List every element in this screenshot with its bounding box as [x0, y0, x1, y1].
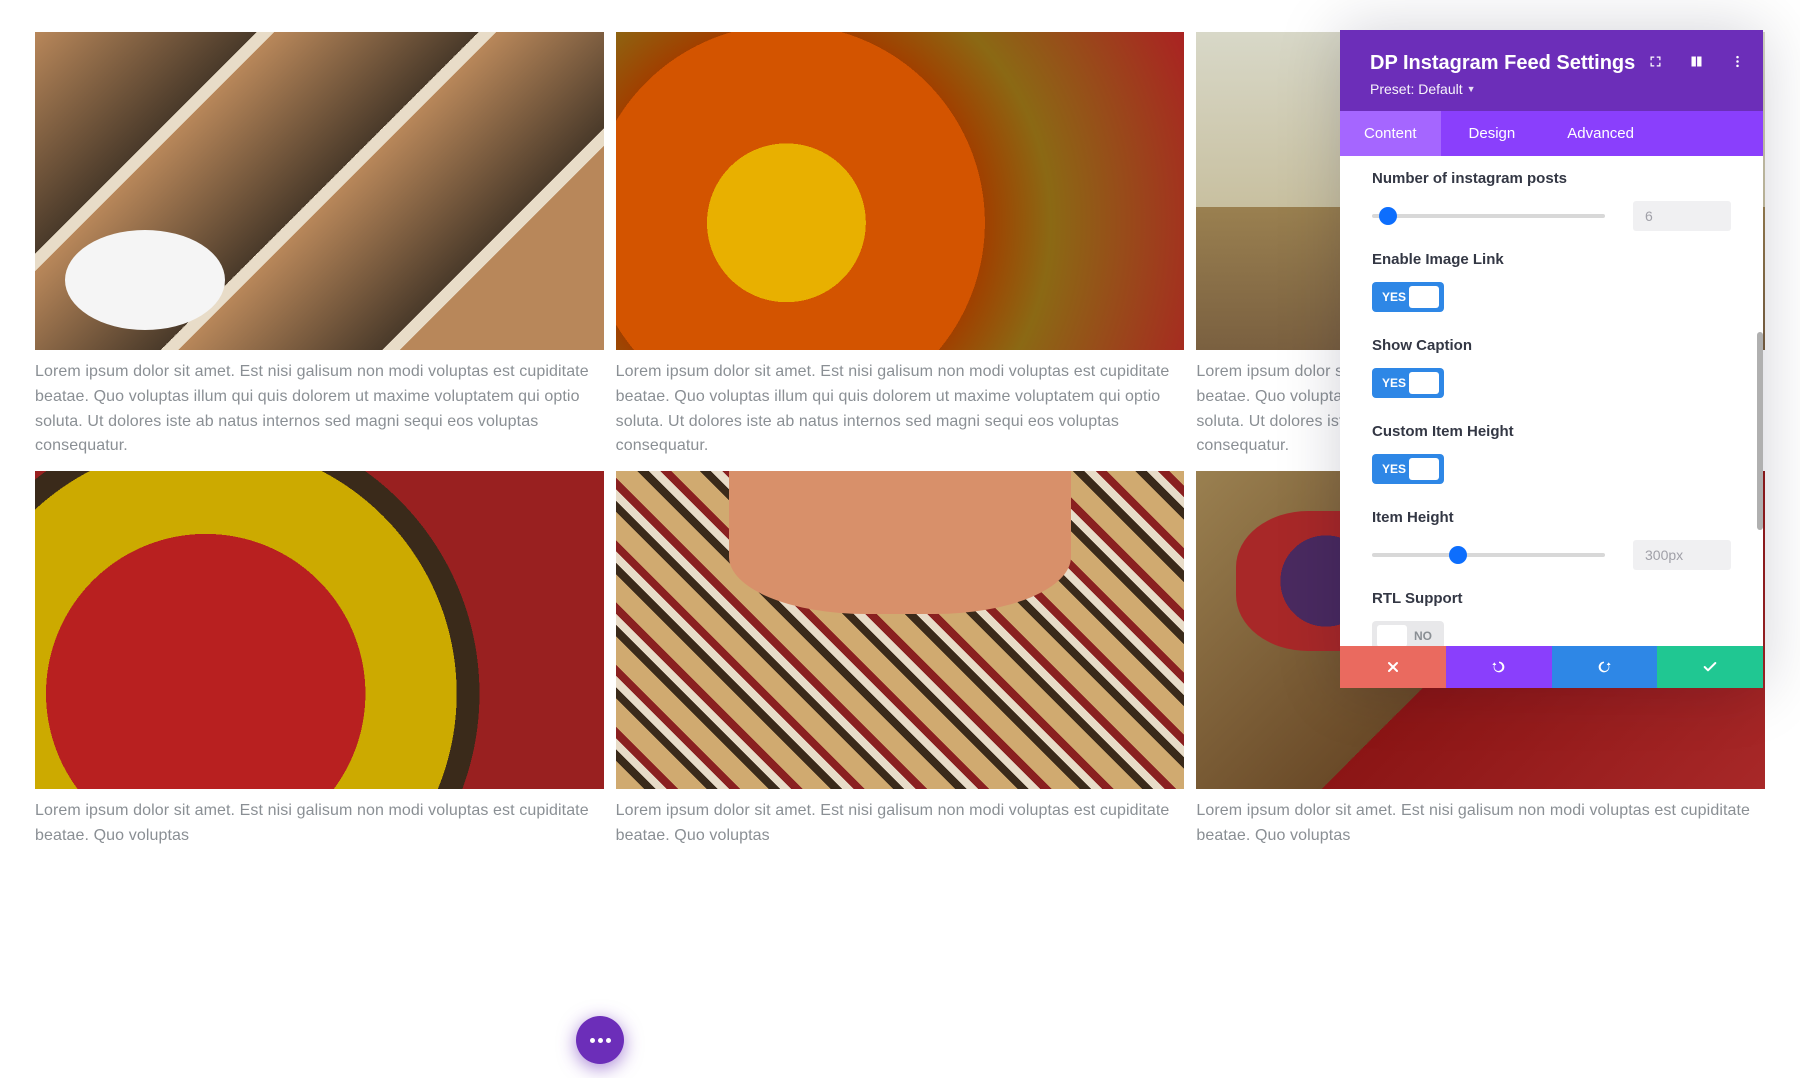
item-height-label: Item Height: [1372, 509, 1731, 526]
undo-button[interactable]: [1446, 646, 1552, 688]
feed-image[interactable]: [616, 471, 1185, 789]
undo-icon: [1491, 659, 1507, 675]
custom-item-height-toggle[interactable]: YES: [1372, 454, 1444, 484]
feed-image[interactable]: [616, 32, 1185, 350]
redo-icon: [1596, 659, 1612, 675]
enable-image-link-label: Enable Image Link: [1372, 251, 1731, 268]
feed-image[interactable]: [35, 32, 604, 350]
cancel-button[interactable]: [1340, 646, 1446, 688]
panel-header: DP Instagram Feed Settings Preset: Defau…: [1340, 30, 1763, 111]
feed-item: Lorem ipsum dolor sit amet. Est nisi gal…: [35, 471, 604, 849]
posts-count-value[interactable]: 6: [1633, 201, 1731, 231]
rtl-support-toggle[interactable]: NO: [1372, 621, 1444, 646]
redo-button[interactable]: [1552, 646, 1658, 688]
feed-image[interactable]: [35, 471, 604, 789]
feed-caption: Lorem ipsum dolor sit amet. Est nisi gal…: [616, 799, 1185, 849]
panel-footer: [1340, 646, 1763, 688]
feed-caption: Lorem ipsum dolor sit amet. Est nisi gal…: [35, 360, 604, 459]
posts-count-slider[interactable]: [1372, 214, 1605, 218]
custom-item-height-label: Custom Item Height: [1372, 423, 1731, 440]
panel-body: Number of instagram posts 6 Enable Image…: [1340, 156, 1763, 646]
show-caption-label: Show Caption: [1372, 337, 1731, 354]
feed-item: Lorem ipsum dolor sit amet. Est nisi gal…: [35, 32, 604, 459]
feed-item: Lorem ipsum dolor sit amet. Est nisi gal…: [616, 32, 1185, 459]
save-button[interactable]: [1657, 646, 1763, 688]
show-caption-toggle[interactable]: YES: [1372, 368, 1444, 398]
feed-caption: Lorem ipsum dolor sit amet. Est nisi gal…: [616, 360, 1185, 459]
columns-icon[interactable]: [1689, 54, 1704, 74]
item-height-value[interactable]: 300px: [1633, 540, 1731, 570]
tab-design[interactable]: Design: [1445, 111, 1540, 156]
item-height-slider[interactable]: [1372, 553, 1605, 557]
settings-tabs: Content Design Advanced: [1340, 111, 1763, 156]
scrollbar-thumb[interactable]: [1757, 332, 1763, 530]
tab-advanced[interactable]: Advanced: [1543, 111, 1658, 156]
rtl-support-label: RTL Support: [1372, 590, 1731, 607]
feed-item: Lorem ipsum dolor sit amet. Est nisi gal…: [616, 471, 1185, 849]
expand-icon[interactable]: [1648, 54, 1663, 74]
check-icon: [1702, 659, 1718, 675]
tab-content[interactable]: Content: [1340, 111, 1441, 156]
kebab-menu-icon[interactable]: [1730, 54, 1745, 74]
settings-panel: DP Instagram Feed Settings Preset: Defau…: [1340, 30, 1763, 688]
posts-count-label: Number of instagram posts: [1372, 170, 1731, 187]
enable-image-link-toggle[interactable]: YES: [1372, 282, 1444, 312]
feed-caption: Lorem ipsum dolor sit amet. Est nisi gal…: [1196, 799, 1765, 849]
module-actions-fab[interactable]: [576, 1016, 624, 1064]
preset-dropdown[interactable]: Preset: Default▼: [1370, 81, 1743, 97]
feed-caption: Lorem ipsum dolor sit amet. Est nisi gal…: [35, 799, 604, 849]
close-icon: [1385, 659, 1401, 675]
